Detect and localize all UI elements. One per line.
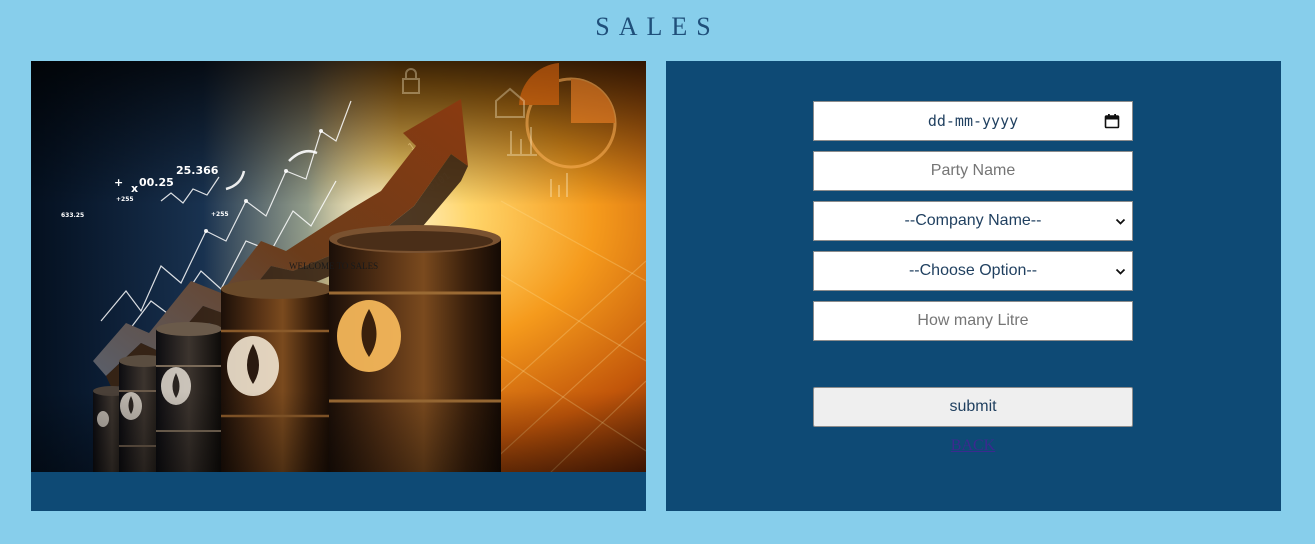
svg-text:+: + [114, 176, 123, 189]
chart-number-2: 00.25 [139, 176, 174, 189]
party-name-placeholder: Party Name [930, 162, 1016, 179]
choose-option-selected: --Choose Option-- [908, 262, 1038, 279]
submit-button[interactable]: submit [813, 387, 1133, 427]
hero-panel: 10101 0101 25.366 00.25 +255 633.25 [31, 61, 646, 511]
company-name-select[interactable]: --Company Name-- [813, 201, 1133, 241]
chevron-down-icon [1115, 218, 1126, 225]
chart-number-1: 25.366 [176, 164, 219, 177]
chevron-down-icon [1115, 268, 1126, 275]
back-link[interactable]: BACK [813, 437, 1133, 455]
date-placeholder: dd-mm-yyyy [927, 112, 1019, 130]
party-name-input[interactable]: Party Name [813, 151, 1133, 191]
date-input[interactable]: dd-mm-yyyy [813, 101, 1133, 141]
svg-text:x: x [131, 182, 138, 195]
choose-option-select[interactable]: --Choose Option-- [813, 251, 1133, 291]
chart-number-5: +255 [211, 211, 229, 218]
chart-number-4: 633.25 [61, 212, 84, 219]
litre-placeholder: How many Litre [917, 312, 1029, 329]
company-name-selected: --Company Name-- [904, 212, 1042, 229]
hero-image: 10101 0101 25.366 00.25 +255 633.25 [31, 61, 646, 472]
sales-form-panel: dd-mm-yyyy Party Name --Company Name-- -… [666, 61, 1281, 511]
welcome-text: WELCOME TO SALES [289, 261, 379, 271]
calendar-icon[interactable] [1104, 113, 1120, 129]
page-title: SALES [595, 12, 720, 41]
chart-number-3: +255 [116, 196, 134, 203]
litre-input[interactable]: How many Litre [813, 301, 1133, 341]
